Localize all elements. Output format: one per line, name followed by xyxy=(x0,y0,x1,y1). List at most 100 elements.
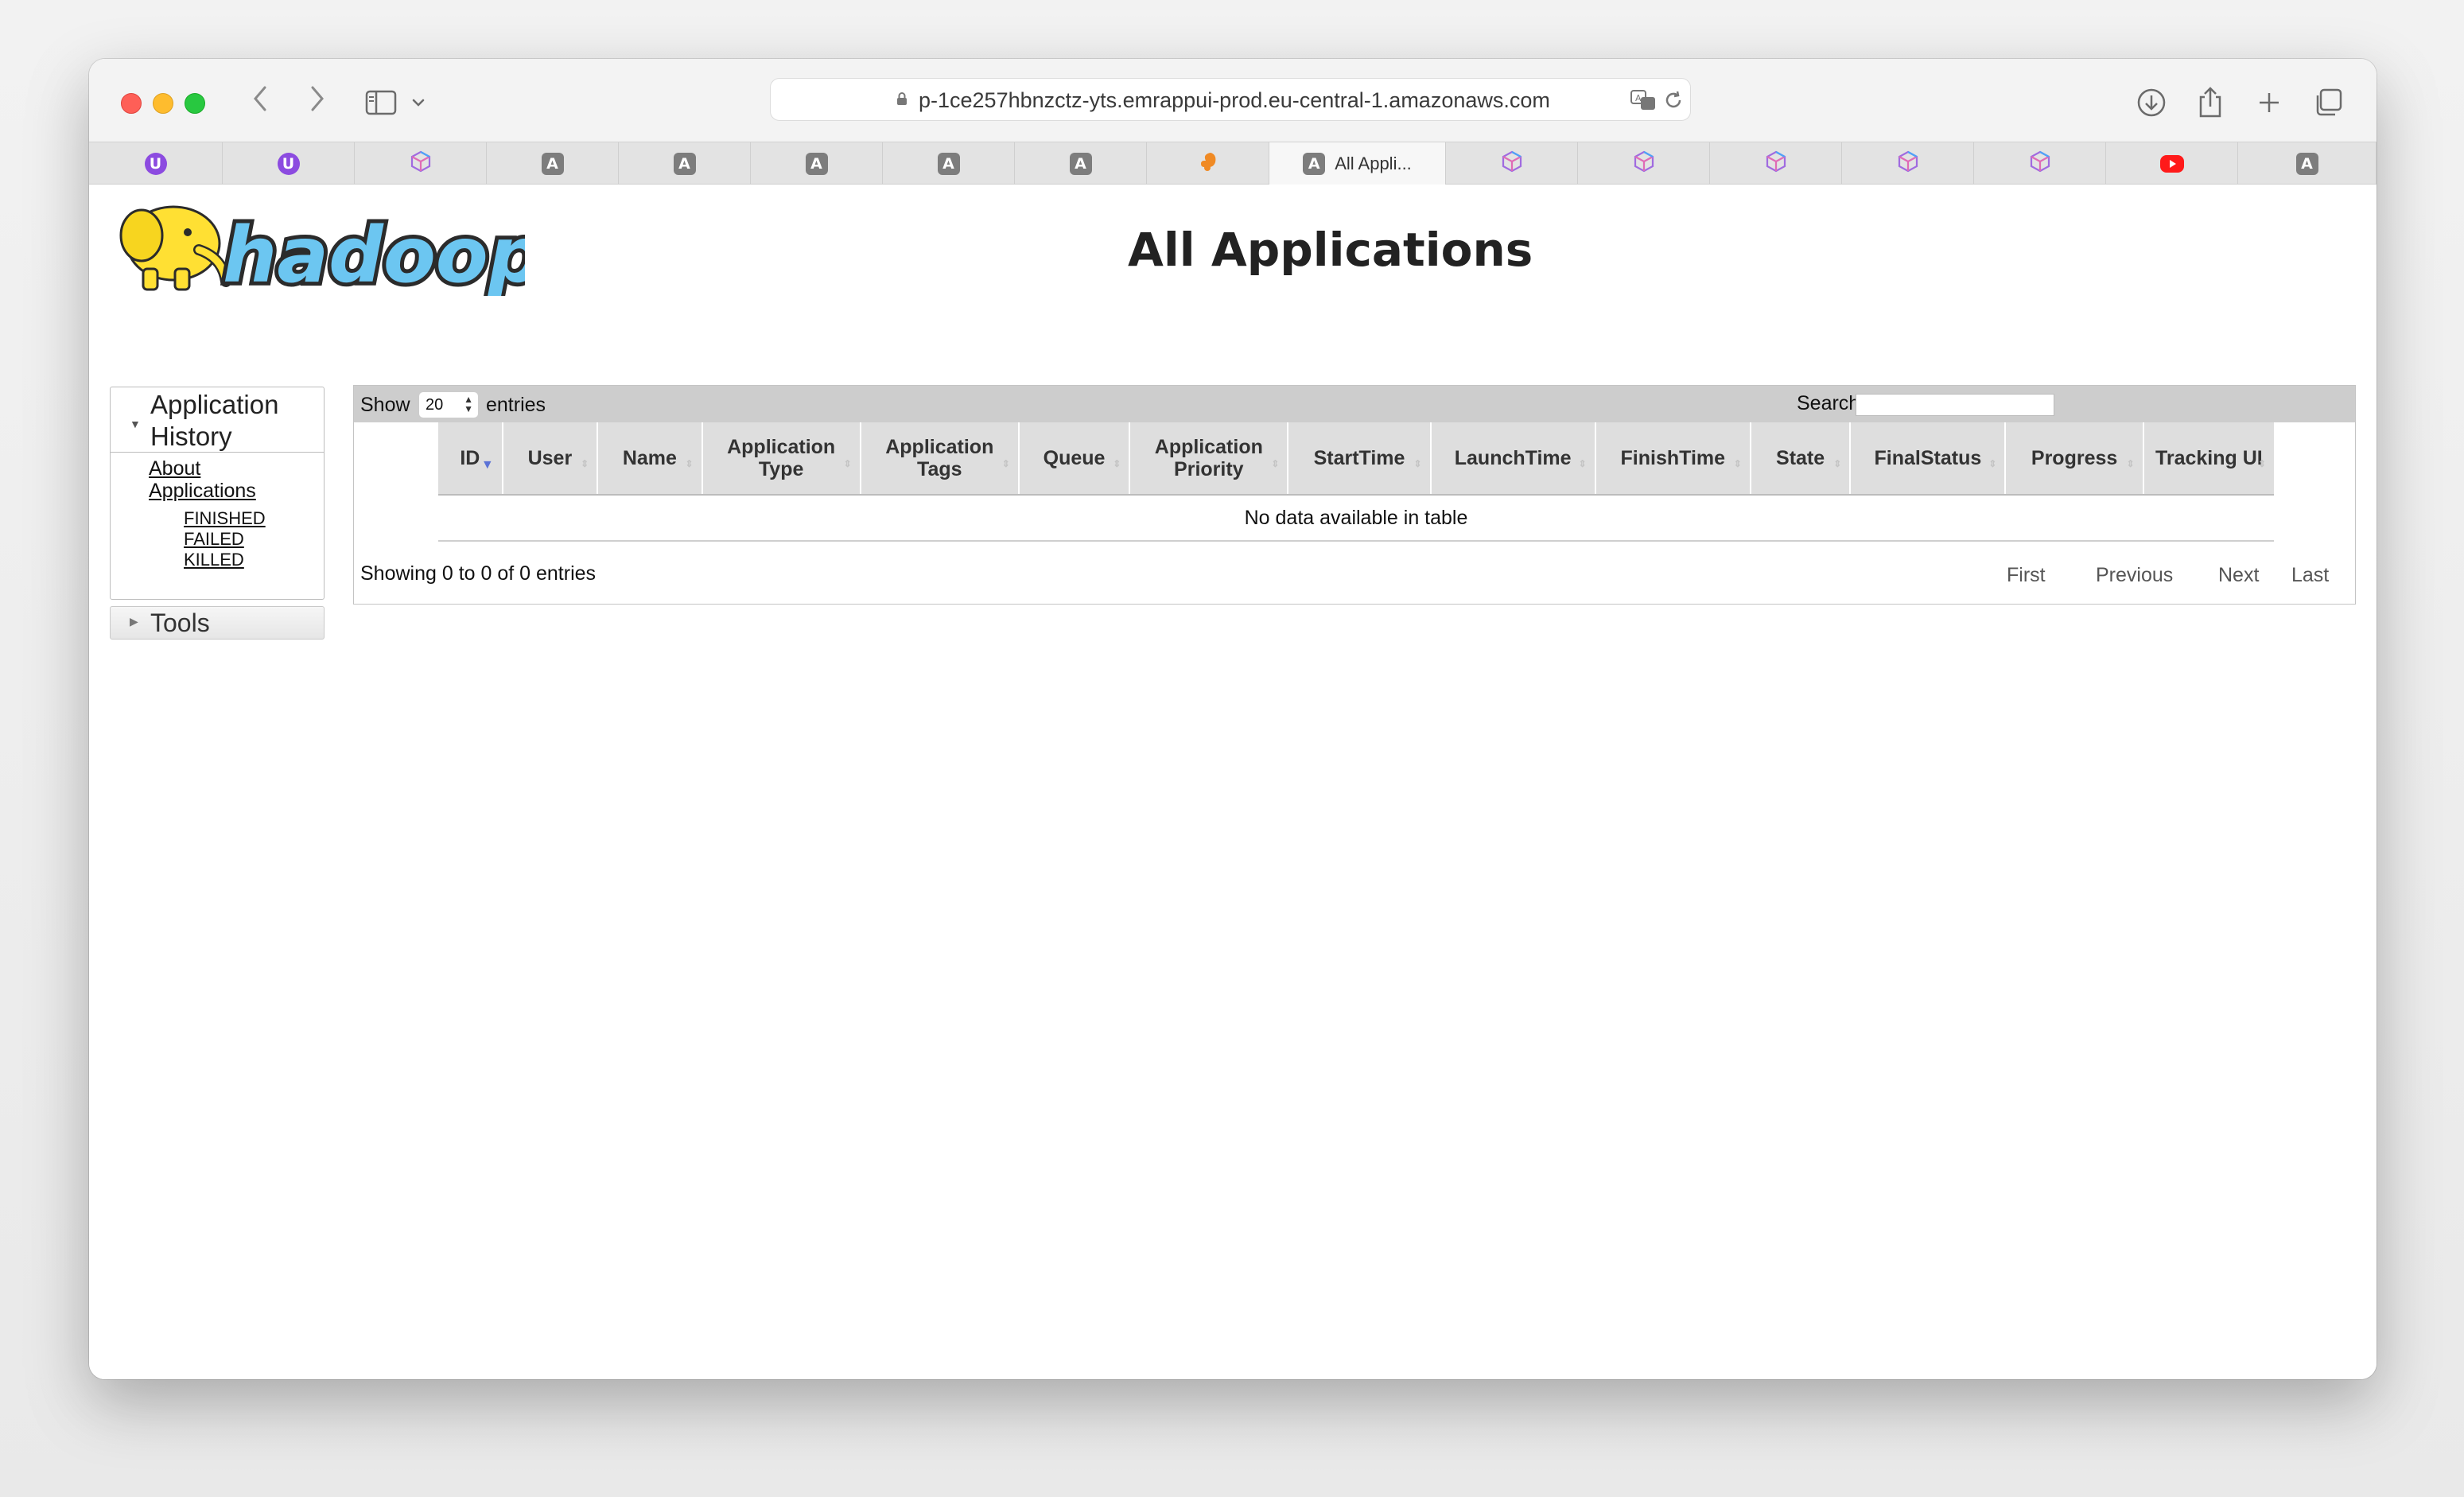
column-header[interactable]: FinalStatus ⇕ xyxy=(1851,422,2007,494)
share-icon xyxy=(2199,87,2221,118)
browser-tab[interactable]: A xyxy=(619,142,751,185)
back-button[interactable] xyxy=(242,83,280,121)
browser-tab[interactable]: A xyxy=(751,142,883,185)
finished-link[interactable]: FINISHED xyxy=(184,508,266,529)
url-text: p-1ce257hbnzctz-yts.emrappui-prod.eu-cen… xyxy=(919,88,1550,112)
browser-tab[interactable] xyxy=(1147,142,1269,185)
triangle-down-icon: ▼ xyxy=(130,418,141,430)
zoom-window-button[interactable] xyxy=(185,93,205,114)
downloads-button[interactable] xyxy=(2132,83,2171,122)
pager-previous[interactable]: Previous xyxy=(2096,564,2173,587)
browser-tab[interactable]: A xyxy=(1015,142,1147,185)
a-icon: A xyxy=(673,152,696,175)
sort-icon: ⇕ xyxy=(1988,458,1997,469)
browser-tab[interactable]: U xyxy=(223,142,355,185)
browser-tab[interactable]: A All Appli... xyxy=(1269,142,1446,185)
plus-icon xyxy=(2260,93,2279,112)
column-header[interactable]: Application Priority ⇕ xyxy=(1130,422,1289,494)
show-label: Show xyxy=(360,394,410,416)
column-header[interactable]: Name ⇕ xyxy=(598,422,703,494)
table-info: Showing 0 to 0 of 0 entries xyxy=(360,562,597,585)
browser-tab[interactable]: A xyxy=(487,142,619,185)
about-link[interactable]: About xyxy=(149,457,200,480)
column-header[interactable]: StartTime ⇕ xyxy=(1288,422,1432,494)
applications-table-wrapper: Show 20 ▲ ▼ entries Search: ID ▼ User ⇕ Name ⇕… xyxy=(353,385,2356,605)
hadoop-logo[interactable]: hadoop hadoop xyxy=(111,194,525,296)
pager-next[interactable]: Next xyxy=(2218,564,2259,587)
new-tab-button[interactable] xyxy=(2249,83,2289,122)
squirrel-icon xyxy=(1198,150,1218,177)
tabs-icon xyxy=(2316,88,2342,116)
sidebar-toggle-button[interactable] xyxy=(361,83,401,122)
close-window-button[interactable] xyxy=(121,93,142,114)
sort-icon: ⇕ xyxy=(1413,458,1422,469)
browser-tab[interactable] xyxy=(1974,142,2106,185)
column-header[interactable]: Queue ⇕ xyxy=(1020,422,1131,494)
killed-link[interactable]: KILLED xyxy=(184,550,244,570)
application-history-header[interactable]: ▼ Application History xyxy=(111,387,324,453)
logo-wordmark: hadoop xyxy=(223,211,525,296)
browser-tab[interactable]: A xyxy=(883,142,1015,185)
address-bar[interactable]: p-1ce257hbnzctz-yts.emrappui-prod.eu-cen… xyxy=(770,78,1691,121)
failed-link[interactable]: FAILED xyxy=(184,529,244,550)
column-header[interactable]: State ⇕ xyxy=(1751,422,1852,494)
sort-icon: ⇕ xyxy=(2126,458,2135,469)
minimize-window-button[interactable] xyxy=(153,93,173,114)
column-header-label: Progress xyxy=(2031,447,2118,469)
tab-overview-button[interactable] xyxy=(2308,83,2348,122)
sort-icon: ⇕ xyxy=(1578,458,1587,469)
triangle-right-icon: ▶ xyxy=(130,615,138,628)
browser-tab[interactable]: U xyxy=(89,142,223,185)
a-icon: A xyxy=(1303,152,1326,175)
pager-last[interactable]: Last xyxy=(2291,564,2329,587)
a-icon: A xyxy=(2295,152,2318,175)
application-history-title: Application History xyxy=(150,390,279,451)
tools-section[interactable]: ▶ Tools xyxy=(110,606,325,640)
column-header[interactable]: Application Tags ⇕ xyxy=(861,422,1020,494)
cube-icon xyxy=(2029,150,2051,177)
browser-tab[interactable] xyxy=(2106,142,2238,185)
column-header-label: Queue xyxy=(1043,447,1106,469)
share-button[interactable] xyxy=(2190,83,2230,122)
page-title: All Applications xyxy=(1128,223,1533,277)
a-icon: A xyxy=(937,152,960,175)
cube-icon xyxy=(1633,150,1655,177)
chevron-right-icon xyxy=(311,86,324,111)
u-icon: U xyxy=(144,152,167,175)
column-header-label: Application Tags xyxy=(885,436,994,480)
browser-tab[interactable] xyxy=(355,142,487,185)
updown-arrows-icon: ▲ ▼ xyxy=(464,394,473,414)
browser-tab[interactable] xyxy=(1842,142,1974,185)
sort-icon: ⇕ xyxy=(1001,458,1010,469)
sort-icon: ⇕ xyxy=(843,458,852,469)
browser-tab[interactable] xyxy=(1710,142,1842,185)
sort-icon: ⇕ xyxy=(1733,458,1742,469)
column-header[interactable]: Tracking UI ⇕ xyxy=(2144,422,2274,494)
page-size-select[interactable]: 20 ▲ ▼ xyxy=(419,392,478,418)
browser-tab[interactable] xyxy=(1578,142,1710,185)
column-header[interactable]: LaunchTime ⇕ xyxy=(1432,422,1596,494)
applications-link[interactable]: Applications xyxy=(149,480,256,503)
column-header-label: Application Priority xyxy=(1154,436,1263,480)
translate-icon[interactable]: A xyxy=(1630,88,1658,112)
browser-tab[interactable]: A xyxy=(2238,142,2377,185)
sort-icon: ⇕ xyxy=(1271,458,1280,469)
column-header[interactable]: ID ▼ xyxy=(438,422,503,494)
sort-icon: ⇕ xyxy=(1833,458,1842,469)
column-header[interactable]: Progress ⇕ xyxy=(2006,422,2144,494)
column-header-label: User xyxy=(527,447,573,469)
column-header-label: State xyxy=(1776,447,1825,469)
download-icon xyxy=(2137,88,2166,117)
youtube-icon xyxy=(2159,154,2184,173)
column-header[interactable]: FinishTime ⇕ xyxy=(1596,422,1751,494)
reload-icon[interactable] xyxy=(1661,88,1685,112)
column-header-label: Application Type xyxy=(727,436,836,480)
sidebar-menu-button[interactable] xyxy=(404,83,433,122)
browser-tab[interactable] xyxy=(1446,142,1578,185)
u-icon: U xyxy=(277,152,300,175)
column-header[interactable]: Application Type ⇕ xyxy=(703,422,861,494)
forward-button[interactable] xyxy=(297,83,336,121)
pager-first[interactable]: First xyxy=(2007,564,2046,587)
search-input[interactable] xyxy=(1856,394,2054,416)
column-header[interactable]: User ⇕ xyxy=(503,422,599,494)
